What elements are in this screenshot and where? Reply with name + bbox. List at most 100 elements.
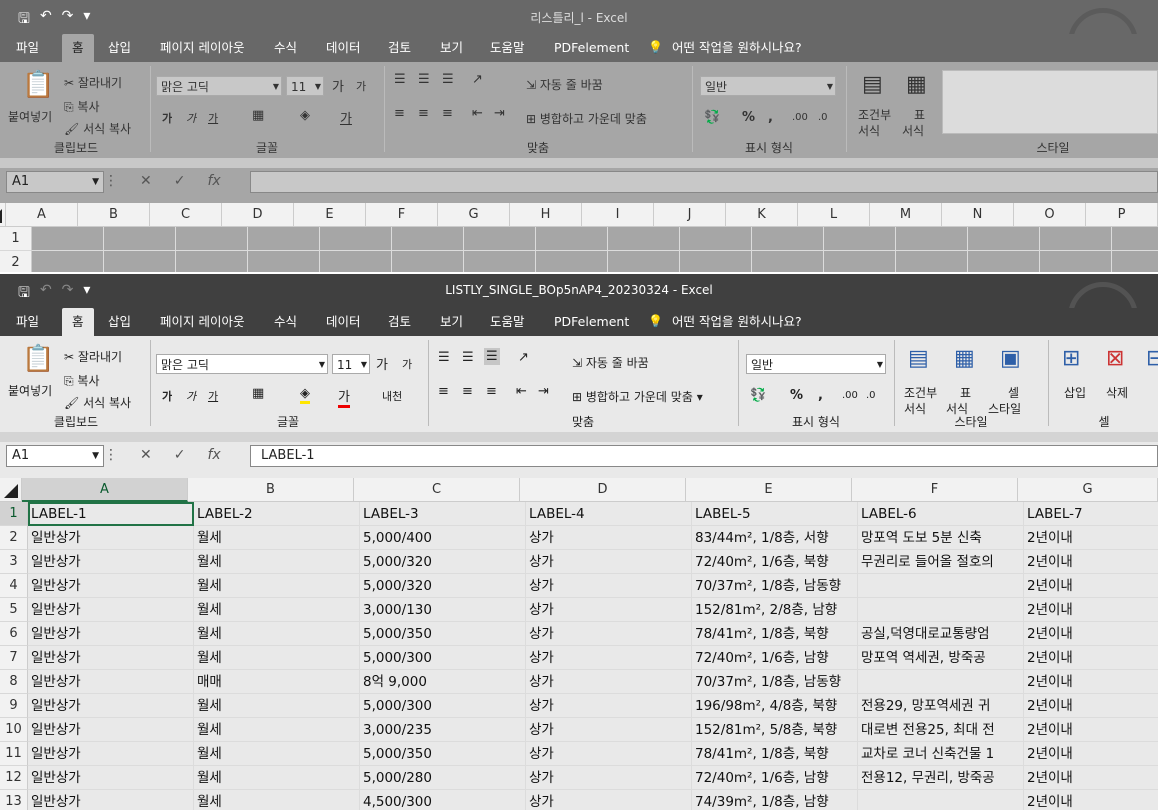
tab-4[interactable]: 수식 [270,308,301,336]
cell[interactable]: 70/37m², 1/8층, 남동향 [692,670,858,694]
column-header[interactable]: G [1018,478,1158,502]
column-header[interactable]: A [6,203,78,227]
cell[interactable] [968,251,1040,272]
cell[interactable]: 월세 [194,766,360,790]
column-header[interactable]: B [188,478,354,502]
cell[interactable]: 74/39m², 1/8층, 남향 [692,790,858,810]
cell[interactable]: 월세 [194,622,360,646]
number-format-combo[interactable]: 일반 ▼ [700,76,836,96]
formula-input[interactable]: LABEL-1 [250,445,1158,467]
cell[interactable] [1040,227,1112,251]
column-header[interactable]: D [222,203,294,227]
column-header[interactable]: N [942,203,1014,227]
tab-1[interactable]: 홈 [62,34,94,62]
row-header[interactable]: 10 [0,718,28,742]
cell[interactable]: LABEL-1 [28,502,194,526]
cell[interactable]: 5,000/280 [360,766,526,790]
cell-styles-button[interactable]: 셀 [1008,384,1019,401]
cell[interactable] [1112,227,1158,251]
align-left-icon[interactable]: ≡ [394,106,405,121]
insert-function-icon[interactable]: fx [207,173,220,189]
cell[interactable]: 상가 [526,694,692,718]
tab-0[interactable]: 파일 [12,308,43,336]
align-center-icon[interactable]: ≡ [462,384,473,399]
cell[interactable]: LABEL-2 [194,502,360,526]
tab-0[interactable]: 파일 [12,34,43,62]
cell[interactable]: LABEL-7 [1024,502,1158,526]
cell[interactable]: 월세 [194,790,360,810]
cell[interactable]: 2년이내 [1024,790,1158,810]
tell-me-search[interactable]: 어떤 작업을 원하시나요? [646,308,806,336]
row-header[interactable]: 11 [0,742,28,766]
insert-cells-icon[interactable]: ⊞ [1062,346,1080,371]
cell[interactable] [392,251,464,272]
row-header[interactable]: 2 [0,526,28,550]
cell[interactable]: 2년이내 [1024,742,1158,766]
cell[interactable] [858,790,1024,810]
cell[interactable]: 3,000/235 [360,718,526,742]
tab-6[interactable]: 검토 [384,34,415,62]
cancel-icon[interactable]: ✕ [140,447,152,463]
cell[interactable] [752,251,824,272]
delete-cells-button[interactable]: 삭제 [1106,384,1128,401]
cell[interactable] [464,227,536,251]
cell[interactable]: 상가 [526,550,692,574]
cell[interactable]: 상가 [526,718,692,742]
cell[interactable] [536,251,608,272]
cell[interactable] [1040,251,1112,272]
row-header[interactable]: 5 [0,598,28,622]
cell[interactable] [680,251,752,272]
cell[interactable]: 상가 [526,742,692,766]
cell[interactable] [32,227,104,251]
cell[interactable]: 망포역 역세권, 방죽공 [858,646,1024,670]
row-header[interactable]: 6 [0,622,28,646]
cell[interactable]: 4,500/300 [360,790,526,810]
copy-button[interactable]: ⎘ 복사 [64,98,100,115]
italic-icon[interactable]: 가 [186,110,196,126]
cell[interactable]: LABEL-4 [526,502,692,526]
column-header[interactable]: A [22,478,188,502]
comma-style-icon[interactable]: , [818,388,823,403]
column-header[interactable]: P [1086,203,1158,227]
borders-icon[interactable]: ▦ [252,108,264,123]
cell[interactable]: 일반상가 [28,526,194,550]
cell[interactable]: 2년이내 [1024,670,1158,694]
cell[interactable] [320,251,392,272]
cell[interactable]: 월세 [194,526,360,550]
cell[interactable]: 72/40m², 1/6층, 남향 [692,766,858,790]
cell[interactable]: 2년이내 [1024,598,1158,622]
format-cells-icon[interactable]: ⊟ [1146,346,1158,371]
enter-icon[interactable]: ✓ [174,447,186,463]
borders-icon[interactable]: ▦ [252,386,264,401]
cell[interactable] [104,227,176,251]
paste-icon[interactable]: 📋 [22,344,54,374]
cell[interactable]: 상가 [526,526,692,550]
increase-indent-icon[interactable]: ⇥ [538,384,549,399]
enter-icon[interactable]: ✓ [174,173,186,189]
cell[interactable] [32,251,104,272]
cell[interactable]: 70/37m², 1/8층, 남동향 [692,574,858,598]
font-color-icon[interactable]: 가 [340,108,352,127]
cut-button[interactable]: ✂ 잘라내기 [64,348,122,365]
cell[interactable]: 5,000/320 [360,574,526,598]
cell[interactable]: 5,000/300 [360,694,526,718]
font-name-combo[interactable]: 맑은 고딕 ▼ [156,354,328,374]
cell[interactable]: 일반상가 [28,694,194,718]
name-box[interactable]: A1 ▼ [6,171,104,193]
format-painter-button[interactable]: 🖌 서식 복사 [64,394,131,411]
cell-styles-icon[interactable]: ▣ [1000,346,1021,371]
middle-align-icon[interactable]: ☰ [462,350,474,365]
cell[interactable]: 152/81m², 5/8층, 북향 [692,718,858,742]
row-header[interactable]: 1 [0,227,32,251]
cell[interactable] [464,251,536,272]
cell[interactable]: LABEL-3 [360,502,526,526]
phonetic-button[interactable]: 내천 [382,388,402,404]
fill-color-icon[interactable]: ◈ [300,386,310,404]
cell[interactable]: 일반상가 [28,742,194,766]
column-header[interactable]: D [520,478,686,502]
merge-center-button[interactable]: ⊞ 병합하고 가운데 맞춤 [526,110,647,127]
column-header[interactable]: F [366,203,438,227]
row-header[interactable]: 8 [0,670,28,694]
increase-decimal-icon[interactable]: .00 [842,390,858,401]
cell[interactable]: 상가 [526,646,692,670]
